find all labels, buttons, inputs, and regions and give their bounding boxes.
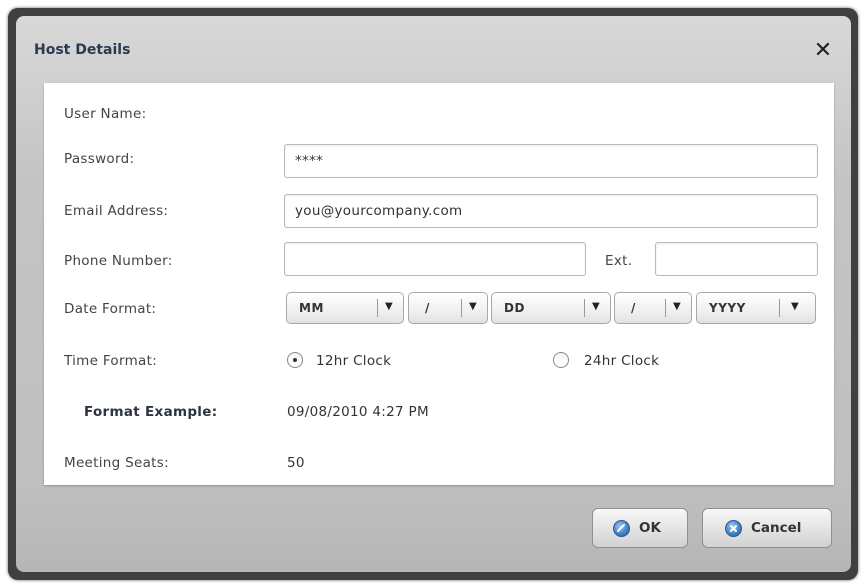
radio-12hr[interactable] [287, 352, 303, 368]
ok-label: OK [639, 520, 661, 536]
date-day-select[interactable]: DD ▼ [491, 292, 611, 324]
date-separator2-select[interactable]: / ▼ [614, 292, 692, 324]
password-field[interactable]: **** [284, 144, 818, 178]
date-month-value: MM [299, 301, 324, 315]
radio-selected-dot [293, 358, 297, 362]
date-format-label: Date Format: [64, 301, 157, 317]
date-year-select[interactable]: YYYY ▼ [696, 292, 816, 324]
radio-12hr-label[interactable]: 12hr Clock [316, 353, 391, 369]
ok-button[interactable]: OK [592, 508, 688, 548]
date-month-select[interactable]: MM ▼ [286, 292, 404, 324]
date-year-value: YYYY [709, 301, 746, 315]
dialog-title: Host Details [34, 42, 131, 58]
select-divider [665, 299, 666, 317]
date-separator-value: / [425, 301, 430, 315]
chevron-down-icon: ▼ [385, 301, 393, 312]
date-separator-select[interactable]: / ▼ [408, 292, 488, 324]
date-day-value: DD [504, 301, 525, 315]
cancel-icon [725, 520, 742, 537]
meeting-seats-value: 50 [287, 455, 305, 471]
select-divider [461, 299, 462, 317]
chevron-down-icon: ▼ [673, 301, 681, 312]
radio-24hr[interactable] [553, 352, 569, 368]
select-divider [779, 299, 780, 317]
close-icon[interactable]: ✕ [812, 40, 834, 62]
select-divider [584, 299, 585, 317]
user-name-label: User Name: [64, 106, 147, 122]
cancel-label: Cancel [751, 520, 802, 536]
chevron-down-icon: ▼ [592, 301, 600, 312]
ext-field[interactable] [655, 242, 818, 276]
format-example-label: Format Example: [84, 404, 218, 420]
meeting-seats-label: Meeting Seats: [64, 455, 169, 471]
chevron-down-icon: ▼ [469, 301, 477, 312]
ext-label: Ext. [605, 253, 633, 269]
phone-field[interactable] [284, 242, 586, 276]
time-format-label: Time Format: [64, 353, 158, 369]
chevron-down-icon: ▼ [791, 301, 799, 312]
phone-label: Phone Number: [64, 253, 173, 269]
ok-icon [613, 520, 630, 537]
radio-24hr-label[interactable]: 24hr Clock [584, 353, 659, 369]
date-separator2-value: / [631, 301, 636, 315]
format-example-value: 09/08/2010 4:27 PM [287, 404, 429, 420]
email-field[interactable]: you@yourcompany.com [284, 194, 818, 228]
cancel-button[interactable]: Cancel [702, 508, 832, 548]
select-divider [377, 299, 378, 317]
email-label: Email Address: [64, 203, 169, 219]
password-label: Password: [64, 151, 135, 167]
